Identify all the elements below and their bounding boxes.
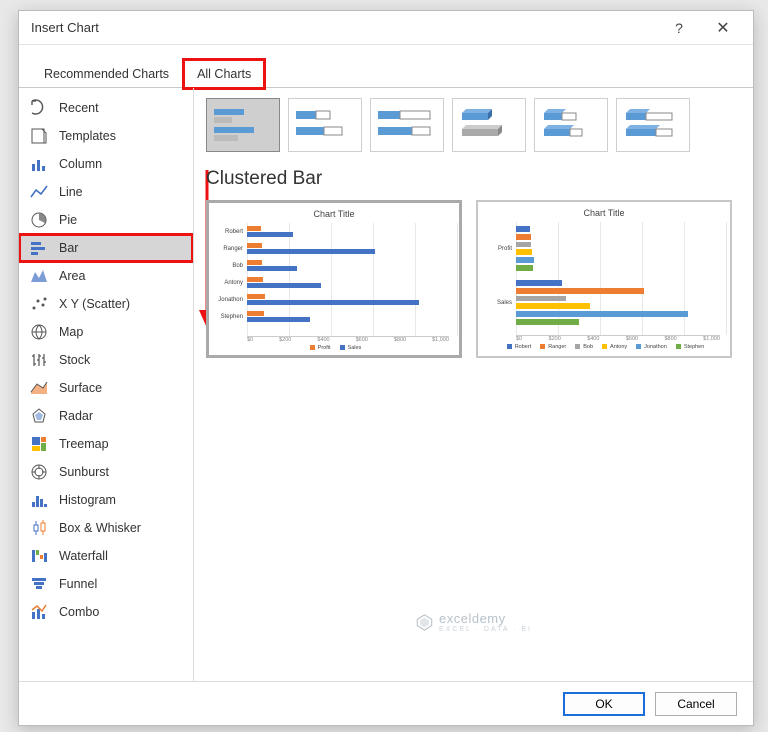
subtype-clustered-bar[interactable] bbox=[206, 98, 280, 152]
sidebar-item-label: Stock bbox=[59, 353, 90, 367]
sidebar-item-label: Area bbox=[59, 269, 85, 283]
sidebar-item-waterfall[interactable]: Waterfall bbox=[19, 542, 193, 570]
preview-chart-1[interactable]: Chart Title RobertRangerBobAntonyJonatho… bbox=[206, 200, 462, 358]
bar-icon bbox=[29, 238, 49, 258]
sidebar-item-radar[interactable]: Radar bbox=[19, 402, 193, 430]
dialog-title: Insert Chart bbox=[31, 20, 657, 35]
sidebar-item-label: Map bbox=[59, 325, 83, 339]
dialog-body: Recent Templates Column Line Pie Bar Are… bbox=[19, 88, 753, 681]
sidebar-item-templates[interactable]: Templates bbox=[19, 122, 193, 150]
subtype-row bbox=[206, 98, 741, 152]
titlebar: Insert Chart ? ✕ bbox=[19, 11, 753, 45]
watermark: exceldemy EXCEL · DATA · BI bbox=[415, 611, 532, 633]
box-whisker-icon bbox=[29, 518, 49, 538]
sidebar-item-label: Bar bbox=[59, 241, 78, 255]
preview-title: Chart Title bbox=[215, 209, 453, 219]
chart-content: Clustered Bar Chart Title RobertRangerBo… bbox=[194, 88, 753, 681]
sidebar-item-sunburst[interactable]: Sunburst bbox=[19, 458, 193, 486]
sidebar-item-column[interactable]: Column bbox=[19, 150, 193, 178]
sidebar-item-label: Line bbox=[59, 185, 83, 199]
recent-icon bbox=[29, 98, 49, 118]
sidebar-item-label: X Y (Scatter) bbox=[59, 297, 130, 311]
preview-legend: ProfitSales bbox=[215, 345, 453, 351]
sidebar-item-funnel[interactable]: Funnel bbox=[19, 570, 193, 598]
map-icon bbox=[29, 322, 49, 342]
sidebar-item-treemap[interactable]: Treemap bbox=[19, 430, 193, 458]
subtype-stacked-bar[interactable] bbox=[288, 98, 362, 152]
sidebar-item-histogram[interactable]: Histogram bbox=[19, 486, 193, 514]
waterfall-icon bbox=[29, 546, 49, 566]
sidebar-item-label: Box & Whisker bbox=[59, 521, 141, 535]
scatter-icon bbox=[29, 294, 49, 314]
tab-recommended[interactable]: Recommended Charts bbox=[31, 60, 182, 88]
histogram-icon bbox=[29, 490, 49, 510]
sidebar-item-label: Treemap bbox=[59, 437, 109, 451]
sidebar-item-stock[interactable]: Stock bbox=[19, 346, 193, 374]
sidebar-item-label: Column bbox=[59, 157, 102, 171]
sidebar-item-map[interactable]: Map bbox=[19, 318, 193, 346]
cancel-button[interactable]: Cancel bbox=[655, 692, 737, 716]
sidebar-item-label: Surface bbox=[59, 381, 102, 395]
watermark-sub: EXCEL · DATA · BI bbox=[439, 626, 532, 633]
templates-icon bbox=[29, 126, 49, 146]
preview-legend: RobertRangerBobAntonyJonathonStephen bbox=[484, 344, 724, 350]
insert-chart-dialog: Insert Chart ? ✕ Recommended Charts All … bbox=[18, 10, 754, 726]
watermark-icon bbox=[415, 613, 433, 631]
subtype-3d-stacked-bar[interactable] bbox=[534, 98, 608, 152]
sidebar-item-label: Templates bbox=[59, 129, 116, 143]
preview-xaxis: $0$200$400$600$800$1,000 bbox=[516, 336, 720, 342]
sidebar-item-boxwhisker[interactable]: Box & Whisker bbox=[19, 514, 193, 542]
surface-icon bbox=[29, 378, 49, 398]
sidebar-item-bar[interactable]: Bar bbox=[19, 234, 193, 262]
sidebar-item-label: Histogram bbox=[59, 493, 116, 507]
preview-title: Chart Title bbox=[484, 208, 724, 218]
sidebar-item-label: Sunburst bbox=[59, 465, 109, 479]
sidebar-item-line[interactable]: Line bbox=[19, 178, 193, 206]
subtype-3d-clustered-bar[interactable] bbox=[452, 98, 526, 152]
subtype-title: Clustered Bar bbox=[206, 168, 741, 190]
sidebar-item-scatter[interactable]: X Y (Scatter) bbox=[19, 290, 193, 318]
sidebar-item-label: Radar bbox=[59, 409, 93, 423]
help-button[interactable]: ? bbox=[657, 20, 701, 36]
line-icon bbox=[29, 182, 49, 202]
funnel-icon bbox=[29, 574, 49, 594]
sidebar-item-label: Waterfall bbox=[59, 549, 108, 563]
pie-icon bbox=[29, 210, 49, 230]
sidebar-item-area[interactable]: Area bbox=[19, 262, 193, 290]
stock-icon bbox=[29, 350, 49, 370]
sidebar-item-surface[interactable]: Surface bbox=[19, 374, 193, 402]
sidebar-item-recent[interactable]: Recent bbox=[19, 94, 193, 122]
subtype-3d-100-stacked-bar[interactable] bbox=[616, 98, 690, 152]
combo-icon bbox=[29, 602, 49, 622]
close-button[interactable]: ✕ bbox=[701, 18, 745, 38]
sidebar-item-pie[interactable]: Pie bbox=[19, 206, 193, 234]
tab-all-charts[interactable]: All Charts bbox=[184, 60, 264, 88]
sidebar-item-label: Combo bbox=[59, 605, 99, 619]
sunburst-icon bbox=[29, 462, 49, 482]
sidebar-item-label: Funnel bbox=[59, 577, 97, 591]
sidebar-item-label: Pie bbox=[59, 213, 77, 227]
preview-chart-2[interactable]: Chart Title ProfitSales $0$200$400$600$8… bbox=[476, 200, 732, 358]
chart-type-sidebar: Recent Templates Column Line Pie Bar Are… bbox=[19, 88, 194, 681]
tab-strip: Recommended Charts All Charts bbox=[19, 45, 753, 88]
sidebar-item-label: Recent bbox=[59, 101, 99, 115]
radar-icon bbox=[29, 406, 49, 426]
preview-xaxis: $0$200$400$600$800$1,000 bbox=[247, 337, 449, 343]
watermark-text: exceldemy bbox=[439, 611, 506, 626]
treemap-icon bbox=[29, 434, 49, 454]
dialog-footer: OK Cancel bbox=[19, 681, 753, 725]
subtype-100-stacked-bar[interactable] bbox=[370, 98, 444, 152]
area-icon bbox=[29, 266, 49, 286]
ok-button[interactable]: OK bbox=[563, 692, 645, 716]
preview-row: Chart Title RobertRangerBobAntonyJonatho… bbox=[206, 200, 741, 358]
column-icon bbox=[29, 154, 49, 174]
sidebar-item-combo[interactable]: Combo bbox=[19, 598, 193, 626]
